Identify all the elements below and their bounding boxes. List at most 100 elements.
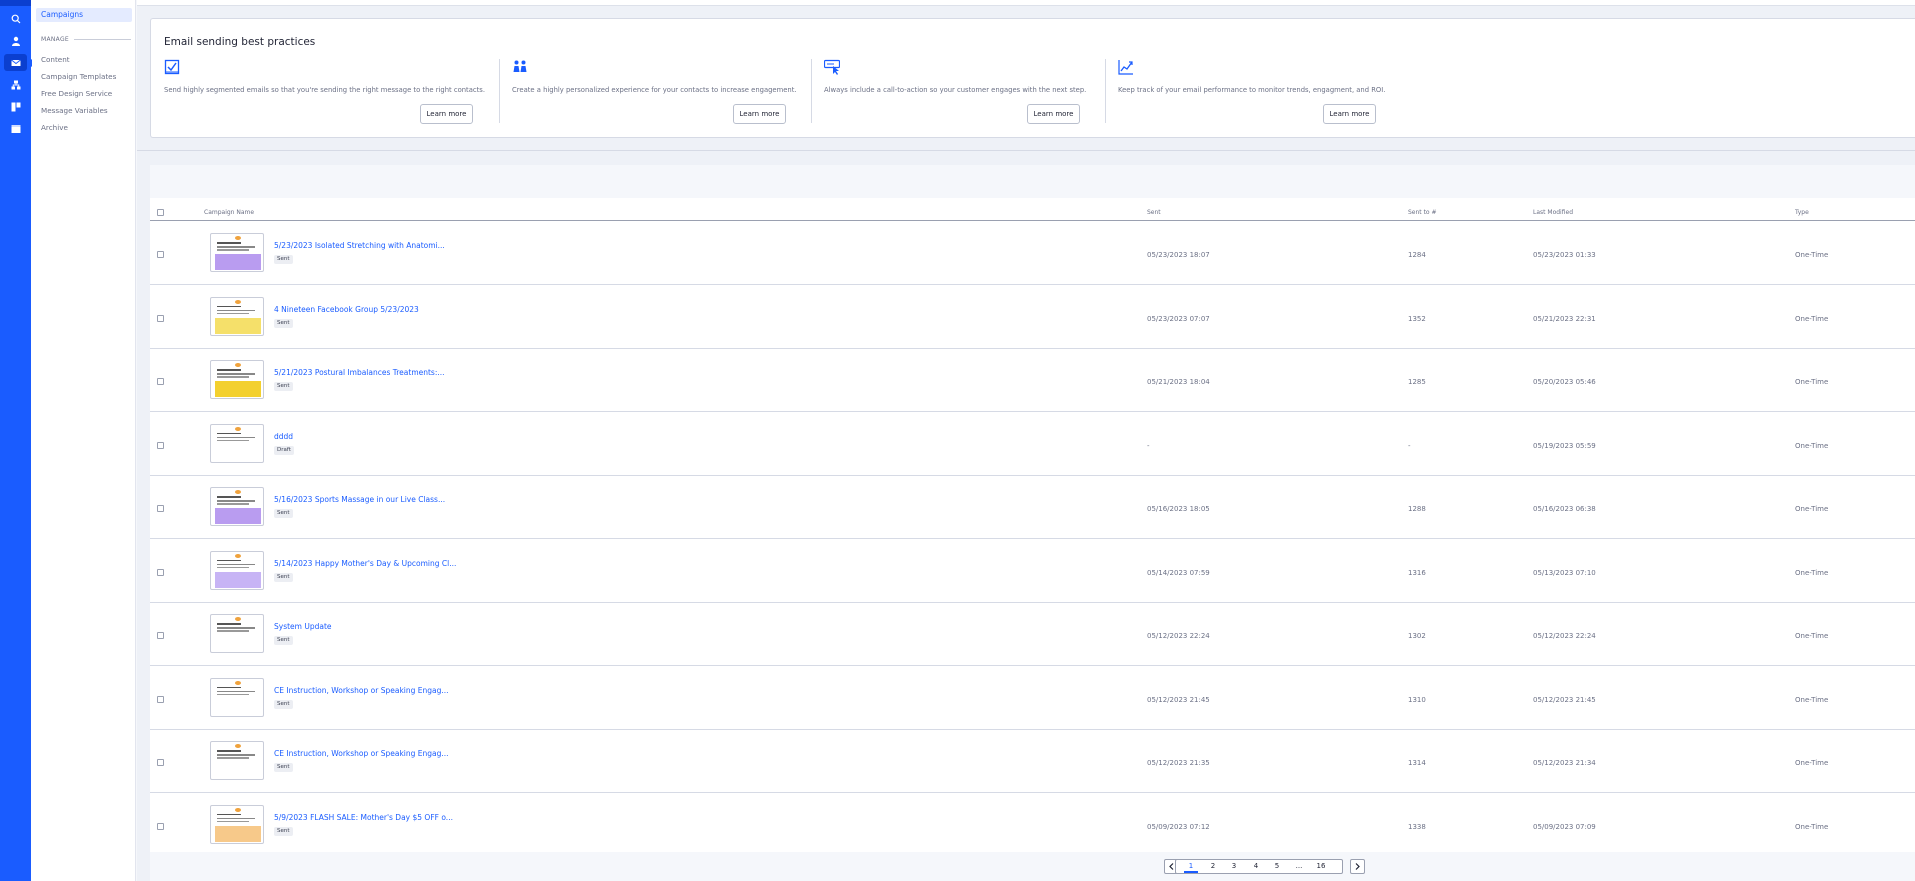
header-type[interactable]: Type	[1795, 209, 1809, 216]
row-checkbox[interactable]	[157, 378, 164, 385]
learn-more-button[interactable]: Learn more	[733, 104, 786, 124]
select-all-checkbox[interactable]	[157, 209, 164, 216]
user-icon[interactable]	[4, 32, 27, 49]
thumbnail-line	[217, 820, 249, 822]
campaign-name-link[interactable]: 5/23/2023 Isolated Stretching with Anato…	[274, 241, 445, 250]
status-badge: Draft	[274, 445, 294, 455]
status-badge: Sent	[274, 636, 293, 645]
thumbnail-line	[217, 309, 255, 311]
campaign-thumbnail[interactable]	[210, 677, 264, 717]
campaign-name-link[interactable]: dddd	[274, 432, 293, 441]
page-button[interactable]: 3	[1227, 862, 1241, 870]
status-badge: Sent	[274, 382, 293, 391]
campaign-name-link[interactable]: System Update	[274, 622, 332, 631]
campaign-type: One-Time	[1795, 505, 1829, 513]
page-button[interactable]: 4	[1249, 862, 1263, 870]
campaign-thumbnail[interactable]	[210, 423, 264, 463]
sent-date: 05/14/2023 07:59	[1147, 568, 1210, 577]
campaign-thumbnail[interactable]	[210, 233, 264, 272]
mail-icon[interactable]	[4, 54, 27, 71]
thumbnail-image	[215, 444, 261, 461]
campaign-thumbnail[interactable]	[210, 487, 264, 526]
sub-navigation: Campaigns MANAGE Content Campaign Templa…	[27, 0, 136, 881]
row-checkbox[interactable]	[157, 251, 164, 258]
learn-more-button[interactable]: Learn more	[1323, 104, 1376, 124]
header-sent[interactable]: Sent	[1147, 209, 1161, 216]
sent-date: 05/12/2023 22:24	[1147, 632, 1210, 640]
last-modified-date: 05/16/2023 06:38	[1533, 505, 1596, 513]
header-sent-to[interactable]: Sent to #	[1408, 209, 1437, 216]
table-row[interactable]: 5/9/2023 FLASH SALE: Mother's Day $5 OFF…	[150, 794, 1915, 857]
status-badge: Sent	[274, 763, 293, 772]
table-row[interactable]: 5/23/2023 Isolated Stretching with Anato…	[150, 222, 1915, 285]
learn-more-button[interactable]: Learn more	[1027, 104, 1080, 124]
manage-heading-label: MANAGE	[41, 36, 70, 43]
page-list: 1 2 3 4 5 ... 16	[1175, 859, 1343, 874]
table-row[interactable]: CE Instruction, Workshop or Speaking Eng…	[150, 667, 1915, 730]
thumbnail-line	[217, 246, 255, 248]
collapse-notch-icon[interactable]	[27, 59, 32, 67]
tip-personalization: Create a highly personalized experience …	[512, 59, 812, 124]
header-last-modified[interactable]: Last Modified	[1533, 209, 1573, 216]
nav-item-free-design-service[interactable]: Free Design Service	[41, 89, 112, 98]
campaign-name-link[interactable]: 5/14/2023 Happy Mother's Day & Upcoming …	[274, 559, 456, 568]
nav-item-message-variables[interactable]: Message Variables	[41, 106, 108, 115]
campaign-type: One-Time	[1795, 441, 1829, 450]
next-page-button[interactable]	[1350, 859, 1365, 874]
row-checkbox[interactable]	[157, 695, 164, 703]
table-row[interactable]: 5/16/2023 Sports Massage in our Live Cla…	[150, 476, 1915, 539]
sent-to-count: -	[1408, 441, 1411, 450]
search-icon[interactable]	[4, 10, 27, 27]
thumbnail-line	[217, 563, 255, 565]
row-checkbox[interactable]	[157, 759, 164, 766]
campaign-name-link[interactable]: 5/9/2023 FLASH SALE: Mother's Day $5 OFF…	[274, 813, 453, 822]
row-checkbox[interactable]	[157, 568, 164, 576]
campaign-thumbnail[interactable]	[210, 360, 264, 399]
table-row[interactable]: 5/14/2023 Happy Mother's Day & Upcoming …	[150, 540, 1915, 603]
campaign-thumbnail[interactable]	[210, 741, 264, 780]
thumbnail-line	[217, 249, 249, 251]
table-row[interactable]: CE Instruction, Workshop or Speaking Eng…	[150, 730, 1915, 793]
row-checkbox[interactable]	[157, 505, 164, 512]
sent-to-count: 1285	[1408, 378, 1426, 386]
campaign-name-link[interactable]: 4 Nineteen Facebook Group 5/23/2023	[274, 305, 419, 314]
campaign-name-link[interactable]: 5/21/2023 Postural Imbalances Treatments…	[274, 368, 445, 377]
window-icon[interactable]	[4, 120, 27, 137]
thumbnail-line	[217, 630, 249, 632]
campaign-thumbnail[interactable]	[210, 296, 264, 336]
row-checkbox[interactable]	[157, 314, 164, 322]
row-checkbox[interactable]	[157, 632, 164, 639]
page-button[interactable]: 5	[1270, 862, 1284, 870]
sent-date: -	[1147, 441, 1150, 450]
thumbnail-line	[217, 686, 241, 688]
chevron-right-icon	[1355, 863, 1360, 870]
campaign-name-link[interactable]: 5/16/2023 Sports Massage in our Live Cla…	[274, 495, 445, 504]
page-button[interactable]: 2	[1206, 862, 1220, 870]
campaign-thumbnail[interactable]	[210, 550, 264, 590]
nav-item-campaign-templates[interactable]: Campaign Templates	[41, 72, 116, 81]
nav-item-archive[interactable]: Archive	[41, 123, 68, 132]
status-badge: Sent	[274, 699, 293, 709]
table-row[interactable]: 4 Nineteen Facebook Group 5/23/2023 Sent 0…	[150, 286, 1915, 349]
sent-to-count: 1288	[1408, 505, 1426, 513]
page-button[interactable]: 16	[1314, 862, 1328, 870]
header-campaign-name[interactable]: Campaign Name	[204, 209, 254, 216]
campaign-thumbnail[interactable]	[210, 804, 264, 844]
page-button[interactable]: 1	[1184, 862, 1198, 873]
row-checkbox[interactable]	[157, 441, 164, 449]
table-row[interactable]: dddd Draft - - 05/19/2023 05:59 One-Time	[150, 413, 1915, 476]
sitemap-icon[interactable]	[4, 76, 27, 93]
nav-item-campaigns[interactable]: Campaigns	[36, 8, 132, 22]
campaign-name-link[interactable]: CE Instruction, Workshop or Speaking Eng…	[274, 749, 449, 758]
thumbnail-line	[217, 432, 241, 434]
learn-more-button[interactable]: Learn more	[420, 104, 473, 124]
sent-to-count: 1302	[1408, 632, 1426, 640]
kanban-icon[interactable]	[4, 98, 27, 115]
nav-item-content[interactable]: Content	[41, 55, 70, 64]
table-row[interactable]: System Update Sent 05/12/2023 22:24 1302 05/…	[150, 603, 1915, 666]
campaign-name-link[interactable]: CE Instruction, Workshop or Speaking Eng…	[274, 686, 449, 695]
top-bar	[137, 0, 1915, 6]
row-checkbox[interactable]	[157, 822, 164, 830]
campaign-thumbnail[interactable]	[210, 614, 264, 653]
table-row[interactable]: 5/21/2023 Postural Imbalances Treatments…	[150, 349, 1915, 412]
